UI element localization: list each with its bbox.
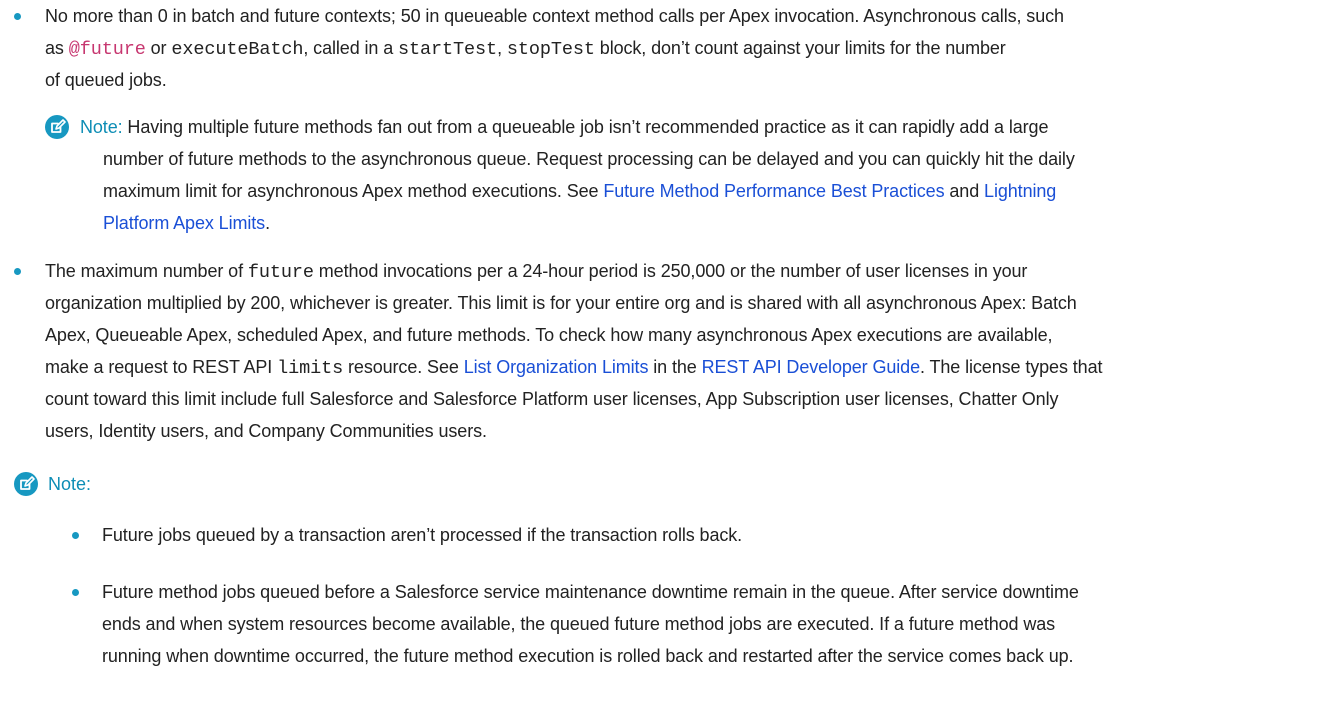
code-future: @future bbox=[68, 39, 146, 60]
bullet-1-line-2: as @future or executeBatch, called in a … bbox=[45, 38, 1006, 60]
link-lightning-platform-apex-limits-part2[interactable]: Platform Apex Limits bbox=[103, 213, 265, 233]
link-future-method-best-practices[interactable]: Future Method Performance Best Practices bbox=[603, 181, 944, 201]
bullet-dot bbox=[72, 589, 79, 596]
bullet-2-line-1: The maximum number of future method invo… bbox=[45, 261, 1028, 283]
bullet-dot bbox=[14, 268, 21, 275]
note-2-item-1: Future jobs queued by a transaction aren… bbox=[102, 525, 743, 545]
code-executeBatch: executeBatch bbox=[171, 39, 304, 60]
bullet-2-line-6: users, Identity users, and Company Commu… bbox=[45, 421, 487, 441]
link-list-organization-limits[interactable]: List Organization Limits bbox=[464, 357, 649, 377]
note-1-line-4: Platform Apex Limits. bbox=[103, 213, 270, 233]
note-2-item-2-line-3: running when downtime occurred, the futu… bbox=[102, 646, 1074, 666]
link-rest-api-developer-guide[interactable]: REST API Developer Guide bbox=[702, 357, 920, 377]
note-edit-icon bbox=[45, 115, 69, 139]
bullet-2-line-2: organization multiplied by 200, whicheve… bbox=[45, 293, 1077, 313]
note-1-line-3: maximum limit for asynchronous Apex meth… bbox=[103, 181, 1057, 201]
code-stopTest: stopTest bbox=[506, 39, 595, 60]
bullet-1-line-3: of queued jobs. bbox=[45, 70, 167, 90]
note-2-label: Note: bbox=[48, 474, 92, 494]
bullet-2-line-4: make a request to REST API limits resour… bbox=[45, 357, 1103, 379]
note-2-item-2-line-1: Future method jobs queued before a Sales… bbox=[102, 582, 1079, 602]
code-startTest: startTest bbox=[398, 39, 498, 60]
link-lightning-platform-apex-limits-part1[interactable]: Lightning bbox=[984, 181, 1056, 201]
note-1-label: Note: bbox=[80, 117, 123, 137]
code-limits: limits bbox=[277, 358, 344, 379]
code-future: future bbox=[247, 262, 314, 283]
bullet-dot bbox=[72, 532, 79, 539]
note-2-item-2-line-2: ends and when system resources become av… bbox=[102, 614, 1056, 634]
note-1-line-1: Note: Having multiple future methods fan… bbox=[80, 117, 1049, 137]
note-1-line-2: number of future methods to the asynchro… bbox=[103, 149, 1075, 169]
bullet-2-line-3: Apex, Queueable Apex, scheduled Apex, an… bbox=[45, 325, 1053, 345]
note-edit-icon bbox=[14, 472, 38, 496]
bullet-1-line-1: No more than 0 in batch and future conte… bbox=[45, 6, 1064, 26]
bullet-2-line-5: count toward this limit include full Sal… bbox=[45, 389, 1059, 409]
bullet-dot bbox=[14, 13, 21, 20]
